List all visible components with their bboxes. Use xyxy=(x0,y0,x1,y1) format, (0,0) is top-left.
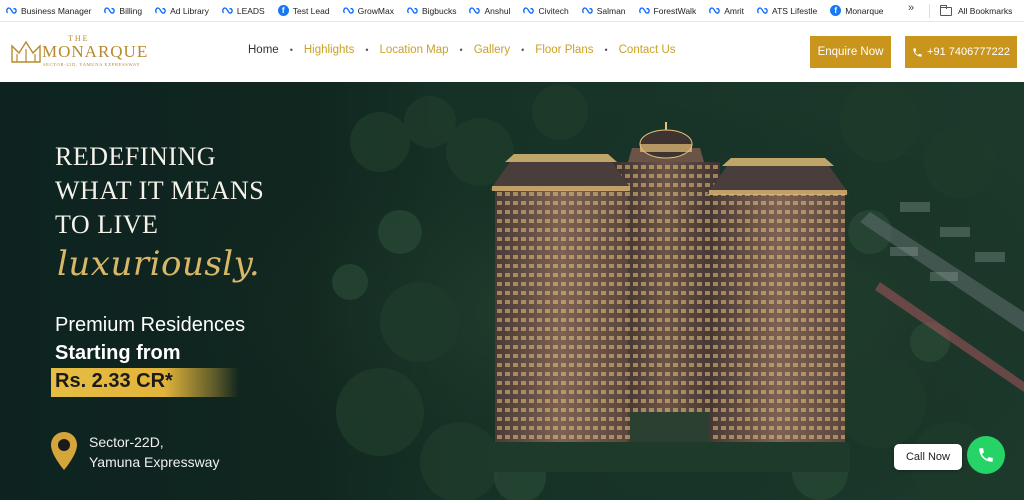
hero-subheading: Premium Residences xyxy=(55,314,246,336)
nav-contact-us[interactable]: Contact Us xyxy=(619,44,676,56)
hero-headline: REDEFINING WHAT IT MEANS TO LIVE xyxy=(55,142,265,239)
bookmarks-divider xyxy=(929,4,930,18)
bookmark-salman[interactable]: Salman xyxy=(581,5,626,16)
meta-icon xyxy=(155,5,166,16)
meta-icon xyxy=(407,5,418,16)
meta-icon xyxy=(638,5,650,16)
bookmark-anshul[interactable]: Anshul xyxy=(469,5,510,16)
bookmark-growmax[interactable]: GrowMax xyxy=(342,5,394,16)
meta-icon xyxy=(104,5,116,16)
call-now-label[interactable]: Call Now xyxy=(894,444,962,470)
nav-highlights[interactable]: Highlights xyxy=(304,44,355,56)
bookmark-ad-library[interactable]: Ad Library xyxy=(155,5,209,16)
meta-icon xyxy=(221,5,233,16)
bookmark-ats-lifestle[interactable]: ATS Lifestle xyxy=(757,5,817,16)
all-bookmarks-button[interactable]: All Bookmarks xyxy=(940,0,1012,22)
bookmark-leads[interactable]: LEADS xyxy=(221,5,265,16)
bookmark-monarque[interactable]: f Monarque xyxy=(830,5,884,16)
hero-location-line-1: Sector-22D, xyxy=(89,434,164,450)
facebook-icon: f xyxy=(277,5,289,16)
meta-icon xyxy=(6,5,17,16)
phone-icon xyxy=(913,47,922,57)
hero-banner: REDEFINING WHAT IT MEANS TO LIVE luxurio… xyxy=(0,82,1024,500)
nav-location-map[interactable]: Location Map xyxy=(380,44,449,56)
hero-price: Rs. 2.33 CR* xyxy=(55,370,173,392)
nav-home[interactable]: Home xyxy=(248,44,279,56)
monarque-logo[interactable]: THE MONARQUE SECTOR-22D, YAMUNA EXPRESSW… xyxy=(10,32,150,76)
phone-button[interactable]: +91 7406777222 xyxy=(905,36,1017,68)
nav-separator: • xyxy=(365,45,369,55)
crown-logo-icon xyxy=(11,40,41,63)
hero-starting-from: Starting from xyxy=(55,342,181,364)
folder-icon xyxy=(940,4,952,16)
logo-name: MONARQUE xyxy=(42,42,149,61)
nav-floor-plans[interactable]: Floor Plans xyxy=(535,44,593,56)
enquire-now-button[interactable]: Enquire Now xyxy=(810,36,891,68)
meta-icon xyxy=(342,5,354,16)
meta-icon xyxy=(581,5,593,16)
bookmark-business-manager[interactable]: Business Manager xyxy=(6,5,91,16)
bookmark-amrit[interactable]: Amrit xyxy=(709,5,744,16)
nav-separator: • xyxy=(521,45,525,55)
bookmark-forestwalk[interactable]: ForestWalk xyxy=(638,5,696,16)
call-floating-button[interactable] xyxy=(967,436,1005,474)
location-pin-icon xyxy=(51,432,77,470)
meta-icon xyxy=(709,5,720,16)
nav-separator: • xyxy=(289,45,293,55)
hero-script-text: luxuriously. xyxy=(57,244,261,284)
nav-separator: • xyxy=(604,45,608,55)
hero-location-line-2: Yamuna Expressway xyxy=(89,454,220,470)
main-nav: Home • Highlights • Location Map • Galle… xyxy=(248,44,676,56)
bookmark-bigbucks[interactable]: Bigbucks xyxy=(407,5,456,16)
bookmark-test-lead[interactable]: f Test Lead xyxy=(277,5,330,16)
meta-icon xyxy=(469,5,481,16)
meta-icon xyxy=(523,5,535,16)
meta-icon xyxy=(757,5,768,16)
bookmark-civitech[interactable]: Civitech xyxy=(523,5,569,16)
bookmark-billing[interactable]: Billing xyxy=(104,5,142,16)
site-header: THE MONARQUE SECTOR-22D, YAMUNA EXPRESSW… xyxy=(0,22,1024,82)
phone-icon xyxy=(979,448,993,462)
nav-gallery[interactable]: Gallery xyxy=(474,44,510,56)
phone-number: +91 7406777222 xyxy=(927,46,1010,58)
bookmarks-bar: Business Manager Billing Ad Library LEAD… xyxy=(0,0,1024,22)
nav-separator: • xyxy=(459,45,463,55)
bookmarks-overflow-button[interactable]: » xyxy=(908,2,914,14)
facebook-icon: f xyxy=(830,5,842,16)
logo-subtitle: SECTOR-22D, YAMUNA EXPRESSWAY xyxy=(43,62,141,67)
